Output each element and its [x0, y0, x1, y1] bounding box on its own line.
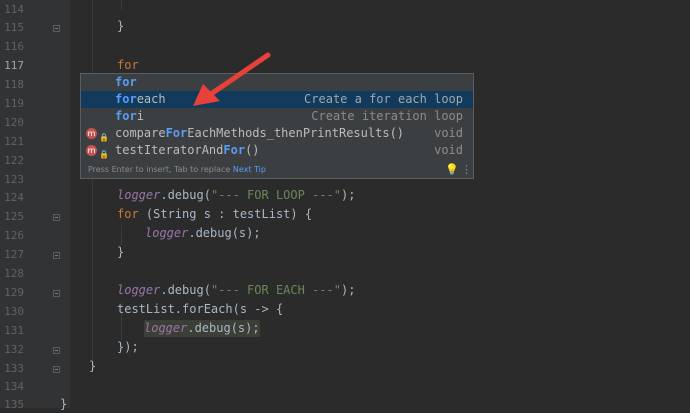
annotation-arrow-icon: [193, 52, 271, 106]
